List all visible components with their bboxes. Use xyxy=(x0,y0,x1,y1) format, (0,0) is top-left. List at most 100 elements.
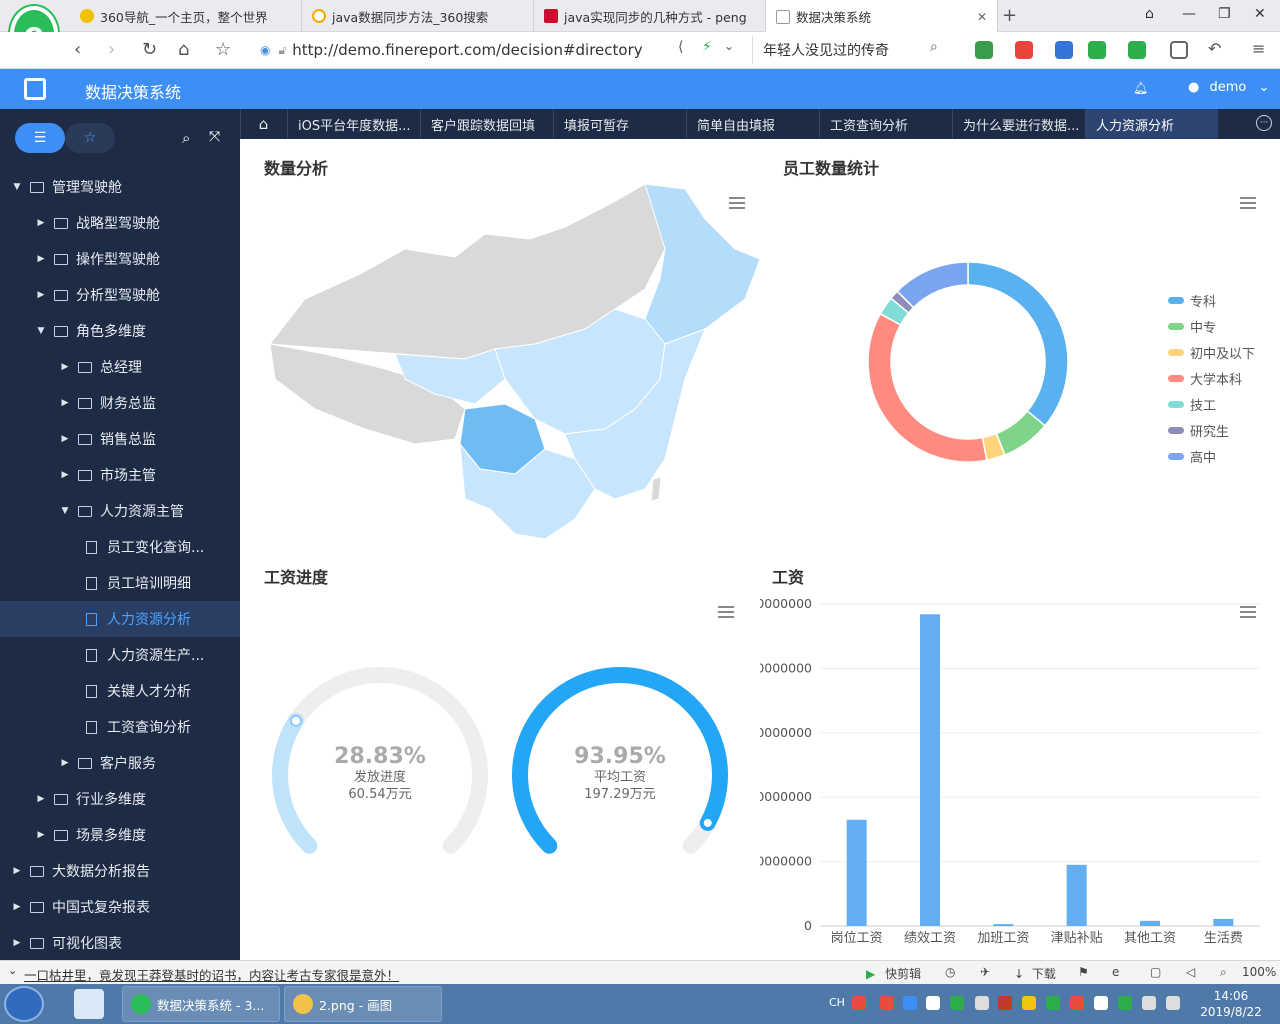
history-icon[interactable]: ◷ xyxy=(945,965,955,979)
donut-menu-icon[interactable] xyxy=(1240,197,1256,209)
notification-bell-icon[interactable]: 🔔︎ xyxy=(1133,81,1148,95)
legend-item[interactable]: 专科 xyxy=(1168,291,1216,310)
tree-node[interactable]: ▶ 市场主管 xyxy=(0,457,240,493)
close-tab-icon[interactable]: ✕ xyxy=(977,10,987,24)
home-tab[interactable]: ⌂ xyxy=(240,109,286,139)
caret-right-icon[interactable]: ▶ xyxy=(10,866,24,876)
gauge-menu-icon[interactable] xyxy=(718,606,734,618)
bookmark-star-icon[interactable]: ☆ xyxy=(215,39,231,60)
tray-icon[interactable] xyxy=(950,996,964,1010)
browser-tab[interactable]: java实现同步的几种方式 - peng xyxy=(534,0,766,32)
tree-node[interactable]: 关键人才分析 xyxy=(0,673,240,709)
report-tab[interactable]: 工资查询分析 xyxy=(819,109,952,139)
tree-node[interactable]: ▶ 财务总监 xyxy=(0,385,240,421)
tree-node[interactable]: ▶ 战略型驾驶舱 xyxy=(0,205,240,241)
taskbar-task[interactable]: 数据决策系统 - 3... xyxy=(122,986,280,1022)
tree-node[interactable]: ▶ 行业多维度 xyxy=(0,781,240,817)
tree-node[interactable]: ▶ 大数据分析报告 xyxy=(0,853,240,889)
report-tab[interactable]: 填报可暂存 xyxy=(553,109,686,139)
share-icon[interactable]: ⟨ xyxy=(678,39,683,55)
caret-down-icon[interactable]: ▼ xyxy=(58,506,72,516)
caret-right-icon[interactable]: ▶ xyxy=(10,938,24,948)
clip-tool[interactable]: ▶ 快剪辑 xyxy=(866,965,921,982)
tree-node[interactable]: 员工培训明细 xyxy=(0,565,240,601)
caret-right-icon[interactable]: ▶ xyxy=(58,434,72,444)
news-ticker-link[interactable]: 一口枯井里，竟发现王莽登基时的诏书，内容让考古专家很是意外！ xyxy=(24,965,399,984)
caret-right-icon[interactable]: ▶ xyxy=(34,218,48,228)
apps-grid-icon[interactable] xyxy=(1170,41,1188,59)
caret-down-icon[interactable]: ▼ xyxy=(10,182,24,192)
search-input[interactable]: 年轻人没见过的传奇 xyxy=(752,36,952,64)
tray-icon[interactable] xyxy=(1094,996,1108,1010)
window-icon[interactable]: ▢ xyxy=(1150,965,1161,979)
tray-icon[interactable] xyxy=(880,996,894,1010)
search-icon[interactable]: ⌕ xyxy=(182,129,190,147)
donut-slice[interactable] xyxy=(867,312,988,463)
donut-slice[interactable] xyxy=(896,261,969,309)
back-icon[interactable]: ‹ xyxy=(74,39,81,60)
pinned-app-icon[interactable] xyxy=(74,989,104,1019)
caret-right-icon[interactable]: ▶ xyxy=(34,290,48,300)
bar[interactable] xyxy=(1213,918,1234,926)
download-tool[interactable]: ↓ 下载 xyxy=(1014,965,1056,982)
legend-item[interactable]: 高中 xyxy=(1168,447,1216,466)
minimize-icon[interactable]: — xyxy=(1182,6,1196,22)
tree-node[interactable]: ▶ 销售总监 xyxy=(0,421,240,457)
zoom-level[interactable]: 100% xyxy=(1242,965,1276,979)
collapse-icon[interactable]: ⌄ xyxy=(8,964,17,977)
tree-node[interactable]: 人力资源生产... xyxy=(0,637,240,673)
bar[interactable] xyxy=(993,924,1014,926)
caret-right-icon[interactable]: ▶ xyxy=(34,830,48,840)
pin-icon[interactable]: ⤧ xyxy=(209,129,220,145)
map-region-northeast[interactable] xyxy=(644,183,761,345)
caret-right-icon[interactable]: ▶ xyxy=(34,254,48,264)
favorites-toggle[interactable]: ☆ xyxy=(65,123,115,153)
new-tab-icon[interactable]: + xyxy=(1002,5,1017,26)
system-clock[interactable]: 14:06 2019/8/22 xyxy=(1196,988,1266,1020)
reload-icon[interactable]: ↻ xyxy=(142,39,157,60)
browser-tab[interactable]: java数据同步方法_360搜索 xyxy=(302,0,534,32)
user-menu[interactable]: ● demo ⌄ xyxy=(1188,80,1269,95)
chevron-down-icon[interactable]: ⌄ xyxy=(724,39,734,53)
tray-icon[interactable] xyxy=(998,996,1012,1010)
legend-item[interactable]: 中专 xyxy=(1168,317,1216,336)
address-bar[interactable]: ◉ 🔓︎ http://demo.finereport.com/decision… xyxy=(260,36,740,64)
tray-icon[interactable] xyxy=(975,996,989,1010)
legend-item[interactable]: 大学本科 xyxy=(1168,369,1242,388)
zoom-icon[interactable]: ⌕ xyxy=(1220,965,1227,980)
volume-icon[interactable]: ◁ xyxy=(1186,965,1195,979)
tray-icon[interactable] xyxy=(1070,996,1084,1010)
tray-icon[interactable] xyxy=(1046,996,1060,1010)
tray-icon[interactable] xyxy=(903,996,917,1010)
search-icon[interactable]: ⌕ xyxy=(930,39,938,55)
translate-extension-icon[interactable] xyxy=(975,41,993,59)
bar[interactable] xyxy=(1140,920,1160,926)
legend-item[interactable]: 技工 xyxy=(1168,395,1216,414)
magnifier-extension-icon[interactable] xyxy=(1055,41,1073,59)
game-extension-icon[interactable] xyxy=(1088,41,1106,59)
shield-extension-icon[interactable] xyxy=(1128,41,1146,59)
tree-node[interactable]: ▼ 角色多维度 xyxy=(0,313,240,349)
rocket-icon[interactable]: ✈ xyxy=(980,965,990,979)
tree-node[interactable]: ▶ 分析型驾驶舱 xyxy=(0,277,240,313)
scissors-extension-icon[interactable] xyxy=(1015,41,1033,59)
caret-right-icon[interactable]: ▶ xyxy=(10,902,24,912)
report-tab[interactable]: iOS平台年度数据... xyxy=(287,109,420,139)
bar[interactable] xyxy=(1066,864,1087,926)
legend-item[interactable]: 初中及以下 xyxy=(1168,343,1255,362)
taskbar-task[interactable]: 2.png - 画图 xyxy=(284,986,442,1022)
caret-right-icon[interactable]: ▶ xyxy=(58,362,72,372)
bar[interactable] xyxy=(920,614,940,926)
report-tab[interactable]: 为什么要进行数据... xyxy=(952,109,1085,139)
tree-node[interactable]: ▶ 中国式复杂报表 xyxy=(0,889,240,925)
donut-slice[interactable] xyxy=(967,261,1069,427)
network-tray-icon[interactable] xyxy=(1142,996,1156,1010)
more-tabs-icon[interactable]: ··· xyxy=(1256,115,1272,131)
shield-tray-icon[interactable] xyxy=(1118,996,1132,1010)
language-indicator[interactable]: CH xyxy=(829,996,845,1009)
tree-node[interactable]: ▶ 可视化图表 xyxy=(0,925,240,961)
browser-tab[interactable]: 360导航_一个主页，整个世界 xyxy=(70,0,302,32)
ime-tray-icon[interactable] xyxy=(852,996,866,1010)
tree-node[interactable]: ▶ 操作型驾驶舱 xyxy=(0,241,240,277)
start-button-icon[interactable] xyxy=(4,986,44,1022)
